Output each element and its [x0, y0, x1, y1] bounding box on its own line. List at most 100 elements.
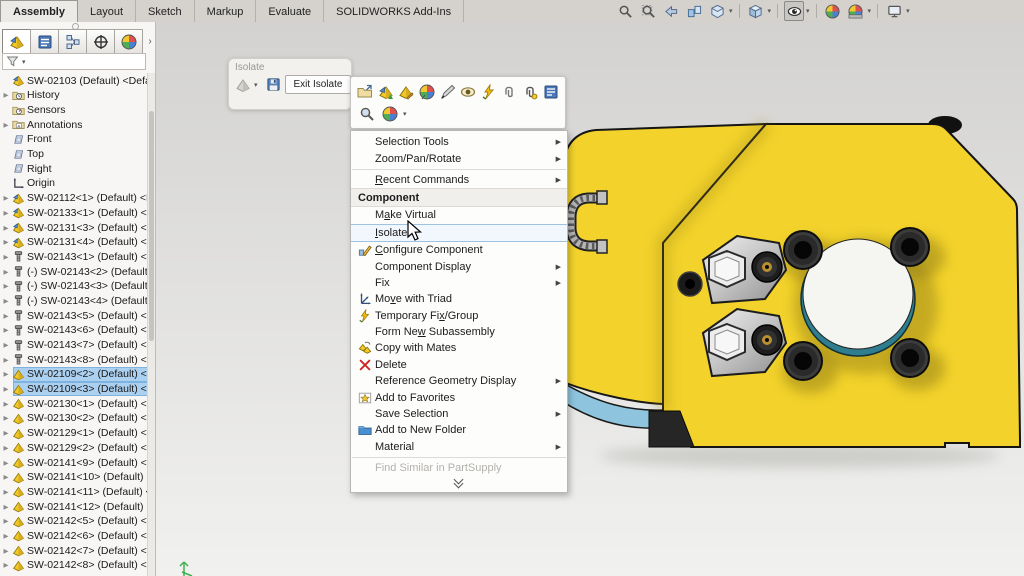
tree-item[interactable]: ▶(-) SW-02143<2> (Default) <Co — [0, 264, 148, 279]
tab-assembly[interactable]: Assembly — [0, 0, 78, 22]
zoom-fit-icon[interactable] — [615, 1, 635, 21]
appearance-ball-icon[interactable] — [380, 105, 399, 124]
expand-arrow-icon[interactable]: ▶ — [0, 282, 12, 290]
hide-component-icon[interactable] — [460, 83, 477, 102]
tree-scrollbar[interactable] — [147, 73, 155, 576]
expand-arrow-icon[interactable]: ▶ — [0, 356, 12, 364]
expand-arrow-icon[interactable]: ▶ — [0, 561, 12, 569]
tree-item[interactable]: ▶SW-02129<1> (Default) <<Def — [0, 426, 148, 441]
menu-item-save-selection[interactable]: Save Selection▶ — [351, 406, 567, 422]
propertymanager-tab-tab[interactable] — [30, 29, 59, 54]
tree-item[interactable]: ▶(-) SW-02143<4> (Default) <Co — [0, 294, 148, 309]
expand-arrow-icon[interactable]: ▶ — [0, 488, 12, 496]
expand-arrow-icon[interactable]: ▶ — [0, 238, 12, 246]
featuremanager-tab-tab[interactable] — [2, 29, 31, 54]
expand-arrow-icon[interactable]: ▶ — [0, 414, 12, 422]
tab-solidworks-add-ins[interactable]: SOLIDWORKS Add-Ins — [324, 0, 464, 22]
mate-paperclip-icon[interactable] — [501, 83, 518, 102]
annotation-views-icon-dropdown[interactable]: ▾ — [729, 7, 733, 15]
view-orientation-icon[interactable] — [746, 1, 766, 21]
expand-arrow-icon[interactable]: ▶ — [0, 297, 12, 305]
tree-item[interactable]: ▶SW-02133<1> (Default) <Defa — [0, 206, 148, 221]
exit-isolate-button[interactable]: Exit Isolate — [285, 75, 352, 94]
menu-item-component-display[interactable]: Component Display▶ — [351, 258, 567, 274]
tree-item[interactable]: ▶SW-02130<1> (Default) <<Def — [0, 396, 148, 411]
expand-arrow-icon[interactable]: ▶ — [0, 224, 12, 232]
tree-item[interactable]: ▶SW-02143<8> (Default) <Com — [0, 352, 148, 367]
panel-more-chevron[interactable]: › — [142, 30, 156, 53]
menu-item-copy-with-mates[interactable]: Copy with Mates — [351, 340, 567, 356]
tree-item[interactable]: ▶SW-02109<3> (Default) <<Def — [0, 382, 148, 397]
edit-appearance-icon[interactable] — [823, 1, 843, 21]
menu-item-zoom-pan-rotate[interactable]: Zoom/Pan/Rotate▶ — [351, 150, 567, 166]
view-settings-icon-dropdown[interactable]: ▾ — [906, 7, 910, 15]
expand-arrow-icon[interactable]: ▶ — [0, 253, 12, 261]
component-properties-icon[interactable] — [542, 83, 559, 102]
filter-caret-icon[interactable]: ▾ — [22, 58, 26, 66]
tab-evaluate[interactable]: Evaluate — [256, 0, 324, 22]
menu-item-reference-geometry-display[interactable]: Reference Geometry Display▶ — [351, 373, 567, 389]
menu-item-fix[interactable]: Fix▶ — [351, 275, 567, 291]
tree-item[interactable]: ▶SW-02141<12> (Default) <<De — [0, 499, 148, 514]
previous-view-icon[interactable] — [661, 1, 681, 21]
tree-item[interactable]: ▶AAnnotations — [0, 117, 148, 132]
menu-item-recent-commands[interactable]: Recent Commands▶ — [351, 172, 567, 188]
graphics-area[interactable]: Isolate ▾ Exit Isolate ▾ Selection Tools… — [156, 22, 1024, 576]
expand-arrow-icon[interactable]: ▶ — [0, 341, 12, 349]
tree-item[interactable]: ▶SW-02143<1> (Default) <Com — [0, 250, 148, 265]
menu-item-add-to-favorites[interactable]: Add to Favorites — [351, 389, 567, 405]
expand-arrow-icon[interactable]: ▶ — [0, 370, 12, 378]
menu-item-configure-component[interactable]: Configure Component — [351, 242, 567, 258]
tab-sketch[interactable]: Sketch — [136, 0, 195, 22]
zoom-area-icon[interactable] — [638, 1, 658, 21]
expand-arrow-icon[interactable]: ▶ — [0, 326, 12, 334]
expand-arrow-icon[interactable]: ▶ — [0, 194, 12, 202]
tree-item[interactable]: ▶(-) SW-02143<3> (Default) <Co — [0, 279, 148, 294]
expand-arrow-icon[interactable]: ▶ — [0, 312, 12, 320]
expand-arrow-icon[interactable]: ▶ — [0, 429, 12, 437]
pen-icon[interactable] — [439, 83, 456, 102]
tab-markup[interactable]: Markup — [195, 0, 257, 22]
zoom-to-selection-icon[interactable] — [357, 105, 376, 124]
view-settings-icon[interactable] — [884, 1, 904, 21]
expand-arrow-icon[interactable]: ▶ — [0, 532, 12, 540]
tree-item[interactable]: ▶SW-02130<2> (Default) <<Def — [0, 411, 148, 426]
tree-item[interactable]: Right — [0, 161, 148, 176]
save-icon[interactable] — [266, 77, 281, 92]
tree-item[interactable]: ▶SW-02143<7> (Default) <Com — [0, 338, 148, 353]
tree-item[interactable]: ▶SW-02142<6> (Default) <<Def — [0, 529, 148, 544]
isolate-dropdown-caret-icon[interactable]: ▾ — [254, 81, 258, 89]
apply-scene-icon-dropdown[interactable]: ▾ — [868, 7, 872, 15]
menu-item-add-to-new-folder[interactable]: Add to New Folder — [351, 422, 567, 438]
dimxpert-tab-tab[interactable] — [86, 29, 115, 54]
appearance-callout-icon[interactable] — [419, 83, 436, 102]
open-part-icon[interactable] — [357, 83, 374, 102]
tree-item[interactable]: ▶SW-02109<2> (Default) <<Def — [0, 367, 148, 382]
menu-item-move-with-triad[interactable]: Move with Triad — [351, 291, 567, 307]
tree-scrollbar-thumb[interactable] — [149, 111, 154, 341]
menu-item-form-new-subassembly[interactable]: Form New Subassembly — [351, 324, 567, 340]
isolated-part-icon[interactable] — [235, 77, 251, 93]
expand-arrow-icon[interactable]: ▶ — [0, 473, 12, 481]
expand-arrow-icon[interactable]: ▶ — [0, 268, 12, 276]
expand-arrow-icon[interactable]: ▶ — [0, 209, 12, 217]
tree-root-item[interactable]: SW-02103 (Default) <Default_Displa — [0, 73, 148, 88]
make-virtual-icon[interactable] — [378, 83, 395, 102]
menu-item-selection-tools[interactable]: Selection Tools▶ — [351, 134, 567, 150]
tree-item[interactable]: Origin — [0, 176, 148, 191]
tree-item[interactable]: ▶SW-02112<1> (Default) <Defa — [0, 191, 148, 206]
view-mates-icon[interactable] — [522, 83, 539, 102]
edit-component-icon[interactable] — [398, 83, 415, 102]
tree-item[interactable]: ▶SW-02141<9> (Default) <<Def — [0, 455, 148, 470]
hide-show-items-icon-dropdown[interactable]: ▾ — [806, 7, 810, 15]
section-view-icon[interactable] — [684, 1, 704, 21]
temporary-fix-icon[interactable] — [481, 83, 498, 102]
view-orientation-icon-dropdown[interactable]: ▾ — [768, 7, 772, 15]
menu-item-temporary-fix-group[interactable]: Temporary Fix/Group — [351, 308, 567, 324]
tree-item[interactable]: Sensors — [0, 103, 148, 118]
tree-item[interactable]: ▶History — [0, 88, 148, 103]
menu-item-delete[interactable]: Delete — [351, 357, 567, 373]
expand-arrow-icon[interactable]: ▶ — [0, 400, 12, 408]
annotation-views-icon[interactable] — [707, 1, 727, 21]
expand-arrow-icon[interactable]: ▶ — [0, 517, 12, 525]
